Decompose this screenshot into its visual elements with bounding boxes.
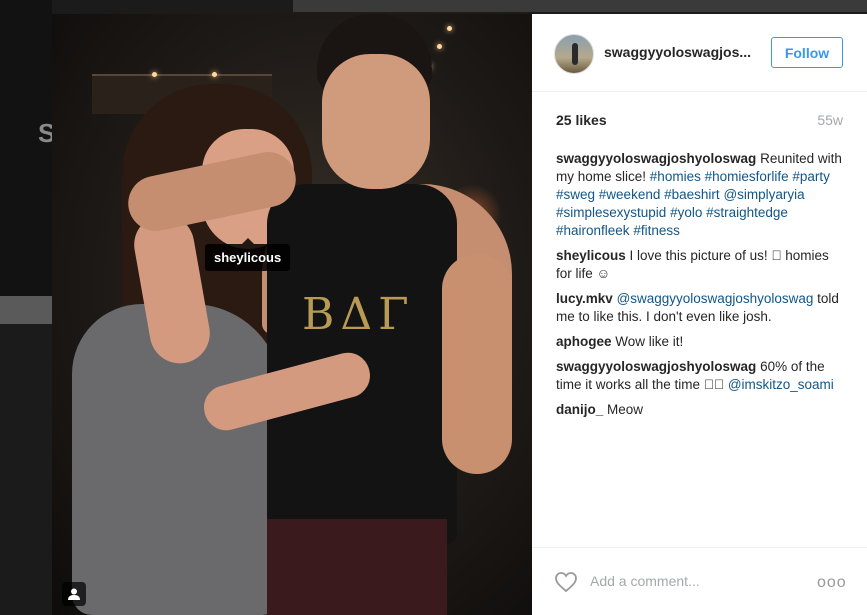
user-icon [68,588,80,600]
hashtag-link[interactable]: #simplesexystupid [556,205,666,220]
post-sidebar: swaggyyoloswagjos... Follow 25 likes 55w… [532,14,867,615]
user-tag-tooltip[interactable]: sheylicous [205,238,291,271]
background-strip [293,0,867,12]
post-photo[interactable]: ΒΔΓ sheylicous [52,14,532,615]
man-arm [442,254,512,474]
mention-link[interactable]: @imskitzo_soami [728,377,834,392]
comment-user[interactable]: sheylicous [556,248,626,263]
comment: swaggyyoloswagjoshyoloswag 60% of the ti… [556,358,848,394]
light-dot [212,72,217,77]
hashtag-link[interactable]: #homies [650,169,701,184]
hashtag-link[interactable]: #yolo [670,205,702,220]
comment: danijo_ Meow [556,401,848,419]
avatar[interactable] [554,34,594,74]
light-dot [447,26,452,31]
shirt-letters: ΒΔΓ [302,289,415,340]
hashtag-link[interactable]: #haironfleek [556,223,630,238]
comment: swaggyyoloswagjoshyoloswag Reunited with… [556,150,848,240]
hashtag-link[interactable]: #party [792,169,830,184]
add-comment-input[interactable]: Add a comment... [590,573,700,589]
light-dot [152,72,157,77]
mention-link[interactable]: @swaggyyoloswagjoshyoloswag [617,291,814,306]
comment-text: Meow [607,402,644,417]
user-tags-button[interactable] [62,582,86,606]
more-options-button[interactable]: ooo [817,574,847,592]
hashtag-link[interactable]: #sweg [556,187,595,202]
hashtag-link[interactable]: #baeshirt [664,187,720,202]
comment-user[interactable]: aphogee [556,334,612,349]
background-left-bar [0,296,52,324]
comment: lucy.mkv @swaggyyoloswagjoshyoloswag tol… [556,290,848,326]
hashtag-link[interactable]: #straightedge [706,205,788,220]
hashtag-link[interactable]: #fitness [633,223,680,238]
post-header: swaggyyoloswagjos... Follow [532,14,867,92]
background-left-panel: S [0,0,55,296]
comment: sheylicous I love this picture of us! 􀀀 … [556,247,848,283]
heart-icon[interactable] [554,571,578,593]
comment-user[interactable]: swaggyyoloswagjoshyoloswag [556,359,756,374]
comment-user[interactable]: lucy.mkv [556,291,613,306]
likes-count[interactable]: 25 likes [556,112,607,128]
hashtag-link[interactable]: #weekend [599,187,661,202]
post-username[interactable]: swaggyyoloswagjos... [604,44,764,60]
light-dot [437,44,442,49]
man-pants [267,519,447,615]
comment-text: Wow like it! [615,334,684,349]
post-time[interactable]: 55w [817,112,843,128]
comment-user[interactable]: swaggyyoloswagjoshyoloswag [556,151,756,166]
comments-list: swaggyyoloswagjoshyoloswag Reunited with… [556,150,848,426]
hashtag-link[interactable]: #homiesforlife [705,169,789,184]
comment: aphogee Wow like it! [556,333,848,351]
post-footer: Add a comment... ooo [532,547,867,615]
comment-user[interactable]: danijo_ [556,402,603,417]
man-face [322,54,430,189]
follow-button[interactable]: Follow [771,37,843,68]
mention-link[interactable]: @simplyaryia [723,187,804,202]
